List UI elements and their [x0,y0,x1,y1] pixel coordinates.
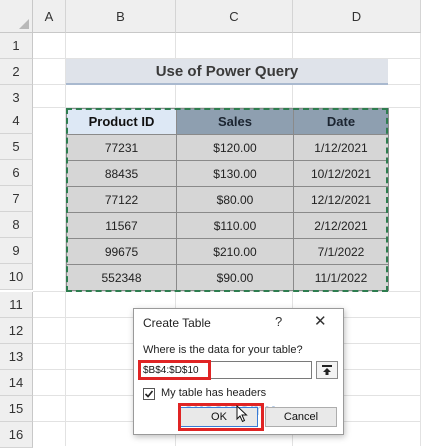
ok-button[interactable]: OK [180,407,258,427]
row-header-12[interactable]: 12 [0,318,33,344]
collapse-arrow-icon [322,365,332,375]
row-header-8[interactable]: 8 [0,212,33,238]
column-header-a[interactable]: A [33,0,66,33]
range-prompt-label: Where is the data for your table? [143,344,303,356]
cell-sales[interactable]: $90.00 [176,264,294,291]
column-header-b[interactable]: B [66,0,176,33]
gridline [33,291,421,292]
row-header-9[interactable]: 9 [0,238,33,264]
cell-product-id[interactable]: 88435 [66,160,177,187]
header-sales[interactable]: Sales [176,108,294,135]
select-all-triangle-icon [19,19,29,29]
table-range-input[interactable] [139,361,312,379]
header-date[interactable]: Date [293,108,389,135]
header-product-id[interactable]: Product ID [66,108,177,135]
cell-date[interactable]: 11/1/2022 [293,264,389,291]
table-row: 88435 $130.00 10/12/2021 [66,160,389,187]
table-row: 77231 $120.00 1/12/2021 [66,134,389,161]
headers-checkbox-label[interactable]: My table has headers [161,387,266,399]
headers-checkbox[interactable] [143,388,155,400]
table-row: 552348 $90.00 11/1/2022 [66,264,389,291]
select-all-corner[interactable] [0,0,33,33]
cell-date[interactable]: 1/12/2021 [293,134,389,161]
dialog-title: Create Table [143,316,211,330]
cancel-button[interactable]: Cancel [265,407,337,427]
row-header-14[interactable]: 14 [0,370,33,396]
row-header-6[interactable]: 6 [0,160,33,186]
cell-date[interactable]: 7/1/2022 [293,238,389,265]
sheet-title[interactable]: Use of Power Query [66,59,388,85]
row-header-16[interactable]: 16 [0,422,33,448]
cell-sales[interactable]: $130.00 [176,160,294,187]
row-header-11[interactable]: 11 [0,292,33,318]
cell-date[interactable]: 10/12/2021 [293,160,389,187]
cell-product-id[interactable]: 11567 [66,212,177,239]
row-header-1[interactable]: 1 [0,33,33,59]
create-table-dialog: Create Table ? ✕ Where is the data for y… [133,308,344,435]
help-icon[interactable]: ? [275,314,282,329]
checkmark-icon [144,390,154,398]
collapse-dialog-button[interactable] [316,361,338,379]
row-header-10[interactable]: 10 [0,264,33,290]
cell-sales[interactable]: $110.00 [176,212,294,239]
cell-sales[interactable]: $210.00 [176,238,294,265]
column-header-d[interactable]: D [293,0,421,33]
table-header-row: Product ID Sales Date [66,108,389,135]
table-row: 77122 $80.00 12/12/2021 [66,186,389,213]
close-icon[interactable]: ✕ [314,312,327,330]
column-header-c[interactable]: C [176,0,293,33]
cell-product-id[interactable]: 99675 [66,238,177,265]
cell-product-id[interactable]: 77122 [66,186,177,213]
cell-sales[interactable]: $80.00 [176,186,294,213]
cell-date[interactable]: 2/12/2021 [293,212,389,239]
cell-product-id[interactable]: 552348 [66,264,177,291]
row-header-15[interactable]: 15 [0,396,33,422]
row-header-13[interactable]: 13 [0,344,33,370]
row-header-7[interactable]: 7 [0,186,33,212]
cell-date[interactable]: 12/12/2021 [293,186,389,213]
row-header-2[interactable]: 2 [0,59,33,85]
row-header-5[interactable]: 5 [0,134,33,160]
table-row: 11567 $110.00 2/12/2021 [66,212,389,239]
cell-product-id[interactable]: 77231 [66,134,177,161]
cell-sales[interactable]: $120.00 [176,134,294,161]
data-table: Product ID Sales Date 77231 $120.00 1/12… [66,108,389,291]
table-row: 99675 $210.00 7/1/2022 [66,238,389,265]
row-header-4[interactable]: 4 [0,108,33,134]
